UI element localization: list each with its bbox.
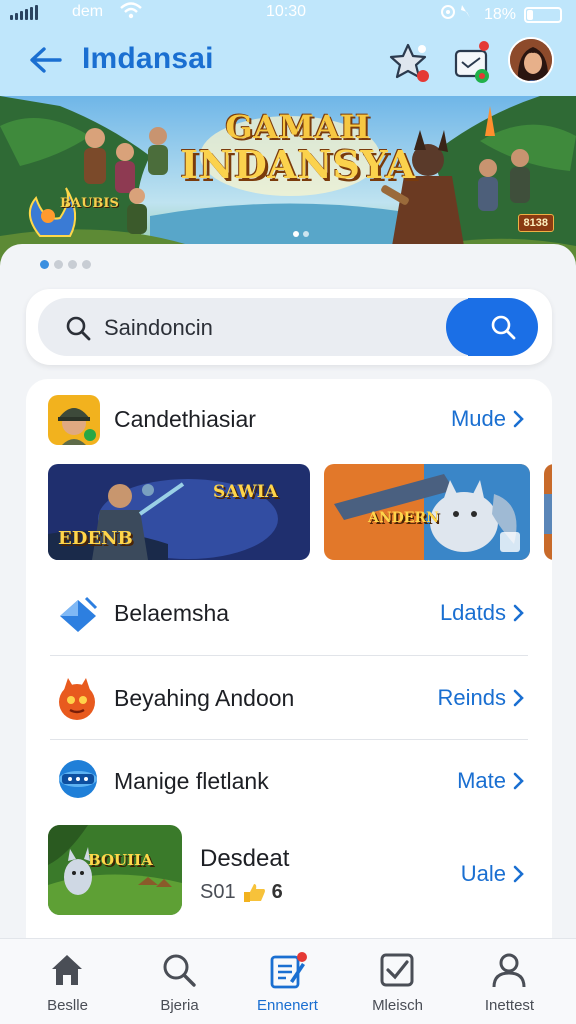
- nav-label: Ennenert: [257, 997, 318, 1014]
- section-link[interactable]: Mude: [451, 406, 524, 432]
- avatar[interactable]: [508, 37, 554, 83]
- section-label: Candethiasiar: [114, 406, 256, 432]
- nav-item-tasks[interactable]: Mleisch: [340, 939, 455, 1024]
- section-row[interactable]: Belaemsha Ldatds: [26, 574, 552, 654]
- search-button[interactable]: [446, 298, 538, 356]
- game-thumbnail[interactable]: SAWIA EDENB: [48, 464, 310, 560]
- nav-item-profile[interactable]: Inettest: [452, 939, 567, 1024]
- featured-meta: S01 6: [200, 881, 283, 904]
- soldier-app-icon: [48, 395, 100, 450]
- section-row[interactable]: Beyahing Andoon Reinds: [26, 656, 552, 739]
- nav-label: Inettest: [484, 997, 535, 1014]
- app-header: Imdansai: [0, 26, 576, 96]
- banner-title-line2: INDANSYA: [180, 142, 416, 187]
- featured-thumbnails: SAWIA EDENB ANDERN: [48, 464, 552, 560]
- blue-diamond-icon: [56, 596, 100, 641]
- edit-document-icon: [270, 952, 307, 989]
- checkbox-icon: [380, 953, 414, 987]
- carousel-dot[interactable]: [54, 260, 63, 269]
- status-time: 10:30: [266, 3, 307, 20]
- section-row[interactable]: Candethiasiar Mude: [26, 379, 552, 459]
- app-window-icon: [454, 41, 489, 83]
- section-label: Beyahing Andoon: [114, 685, 295, 711]
- section-link[interactable]: Reinds: [438, 685, 524, 711]
- chevron-right-icon: [513, 772, 524, 790]
- game-thumbnail[interactable]: ANDERN: [324, 464, 530, 560]
- search-query: Saindoncin: [104, 315, 213, 340]
- profile-icon: [492, 953, 526, 988]
- battery-icon: [524, 6, 562, 23]
- nav-label: Mleisch: [372, 997, 423, 1014]
- thumbs-up-icon: [243, 883, 265, 902]
- nav-item-edit[interactable]: Ennenert: [230, 939, 345, 1024]
- wifi-icon: [120, 1, 142, 26]
- game-thumbnail[interactable]: [544, 464, 552, 560]
- banner-badge: 8138: [517, 214, 554, 232]
- back-arrow-icon: [30, 47, 62, 73]
- notifications-button[interactable]: [452, 40, 496, 84]
- chevron-right-icon: [513, 410, 524, 428]
- search-icon: [163, 954, 196, 987]
- carrier-label: dem: [72, 3, 104, 20]
- section-row[interactable]: Manige fletlank Mate: [26, 740, 552, 822]
- nav-label: Beslle: [47, 997, 88, 1014]
- thumbnail-artwork: [544, 464, 552, 560]
- search-icon: [66, 316, 91, 341]
- featured-meta-text: S01: [200, 881, 236, 903]
- chevron-right-icon: [513, 689, 524, 707]
- chevron-right-icon: [513, 865, 524, 883]
- featured-badge: 6: [271, 881, 283, 903]
- bottom-nav: Beslle Bjeria Ennenert Mleisch Inettest: [0, 938, 576, 1024]
- search-button-icon: [491, 315, 516, 340]
- featured-game-row[interactable]: BOUIIA Desdeat S01 6 Uale: [26, 823, 552, 923]
- section-list: Candethiasiar Mude SAWIA EDENB ANDERN Be…: [26, 379, 552, 939]
- featured-thumbnail-caption: BOUIIA: [88, 851, 153, 869]
- search-input[interactable]: Saindoncin: [38, 298, 538, 356]
- section-link[interactable]: Ldatds: [440, 600, 524, 626]
- banner-title-line1: GAMAH: [225, 108, 371, 146]
- featured-thumbnail: BOUIIA: [48, 825, 182, 915]
- chevron-right-icon: [513, 604, 524, 622]
- back-button[interactable]: [26, 42, 66, 78]
- section-label: Manige fletlank: [114, 768, 269, 794]
- section-link[interactable]: Mate: [457, 768, 524, 794]
- nav-label: Bjeria: [160, 997, 199, 1014]
- nav-item-search[interactable]: Bjeria: [122, 939, 237, 1024]
- carousel-dot[interactable]: [40, 260, 49, 269]
- star-icon: [389, 43, 429, 82]
- status-bar: dem 10:30 18%: [0, 0, 576, 26]
- app-title: Imdansai: [82, 42, 214, 75]
- featured-title: Desdeat: [200, 845, 290, 872]
- search-bar: Saindoncin: [26, 289, 552, 365]
- featured-link[interactable]: Uale: [461, 861, 524, 887]
- carousel-dot[interactable]: [82, 260, 91, 269]
- fire-creature-icon: [54, 676, 100, 727]
- signal-icon: [10, 5, 38, 20]
- user-avatar-image: [510, 39, 552, 81]
- carousel-indicator[interactable]: [40, 260, 91, 269]
- nav-item-home[interactable]: Beslle: [10, 939, 125, 1024]
- banner-left-label: BAUBIS: [60, 196, 119, 211]
- carousel-dot[interactable]: [68, 260, 77, 269]
- section-label: Belaemsha: [114, 600, 230, 626]
- location-icon: [440, 3, 476, 26]
- favorite-button[interactable]: [388, 40, 432, 84]
- globe-badge-icon: [56, 758, 100, 805]
- home-icon: [52, 955, 82, 985]
- battery-percent: 18%: [483, 5, 516, 23]
